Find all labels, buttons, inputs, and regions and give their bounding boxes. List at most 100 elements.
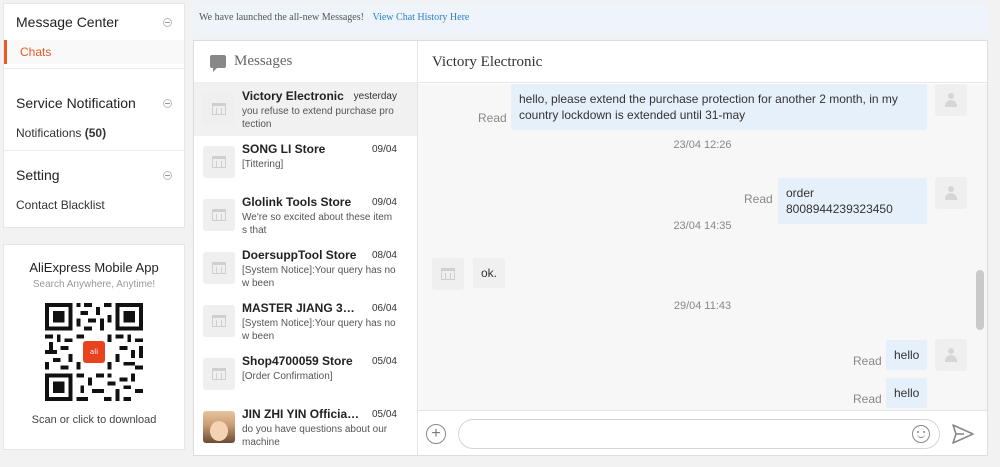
sidebar: Message Center Chats Service Notificatio… xyxy=(3,3,185,228)
sidebar-item-label: Notifications xyxy=(16,126,82,140)
message-composer: + xyxy=(418,410,987,455)
collapse-icon[interactable] xyxy=(163,17,172,27)
conversation-name: Glolink Tools Store xyxy=(242,195,352,209)
sidebar-item-chats[interactable]: Chats xyxy=(4,40,184,64)
conversation-item[interactable]: Shop4700059 Store 05/04 [Order Confirmat… xyxy=(194,348,417,401)
conversation-name: Shop4700059 Store xyxy=(242,354,353,368)
face-icon xyxy=(210,421,228,441)
conversation-list: Messages Victory Electronic yesterday yo… xyxy=(194,41,418,455)
person-icon xyxy=(944,186,958,200)
conversation-name: SONG LI Store xyxy=(242,142,326,156)
store-avatar xyxy=(203,358,235,390)
message-bubble-outgoing: hello, please extend the purchase protec… xyxy=(511,84,927,130)
conversation-name: DoersuppTool Store xyxy=(242,248,357,262)
section-setting: Setting Contact Blacklist xyxy=(4,151,184,217)
conversation-preview: [Tittering] xyxy=(242,159,284,170)
message-bubble-incoming: ok. xyxy=(473,258,506,288)
person-icon xyxy=(944,348,958,362)
chat-bubble-icon xyxy=(210,55,226,72)
conversation-preview: We're so excited about these items that xyxy=(242,212,393,236)
sidebar-item-notifications[interactable]: Notifications (50) xyxy=(4,121,184,145)
user-avatar xyxy=(935,177,967,209)
store-avatar xyxy=(203,252,235,284)
conversation-title: Victory Electronic xyxy=(418,41,987,83)
store-icon xyxy=(212,368,226,380)
aliexpress-logo-icon: ali xyxy=(83,341,105,363)
section-header[interactable]: Message Center xyxy=(4,4,184,40)
conversation-item[interactable]: JIN ZHI YIN Official ... 05/04 do you ha… xyxy=(194,401,417,454)
store-avatar xyxy=(203,146,235,178)
conversation-date: 08/04 xyxy=(371,250,397,261)
conversation-item[interactable]: DoersuppTool Store 08/04 [System Notice]… xyxy=(194,242,417,295)
messages-header: Messages xyxy=(194,41,417,83)
conversation-date: 05/04 xyxy=(371,409,397,420)
conversation-item[interactable]: SONG LI Store 09/04 [Tittering] xyxy=(194,136,417,189)
add-attachment-button[interactable]: + xyxy=(426,424,446,444)
section-message-center: Message Center Chats xyxy=(4,4,184,69)
sidebar-item-contact-blacklist[interactable]: Contact Blacklist xyxy=(4,193,184,217)
store-icon xyxy=(441,268,455,280)
message-timestamp: 23/04 12:26 xyxy=(673,139,732,151)
message-thread[interactable]: Read hello, please extend the purchase p… xyxy=(418,84,987,410)
scrollbar[interactable] xyxy=(976,84,985,410)
conversation-date: 09/04 xyxy=(371,197,397,208)
read-status: Read xyxy=(853,354,882,368)
read-status: Read xyxy=(853,392,882,406)
conversation-preview: [Order Confirmation] xyxy=(242,371,333,382)
person-icon xyxy=(944,93,958,107)
store-avatar xyxy=(203,199,235,231)
store-icon xyxy=(212,315,226,327)
store-icon xyxy=(212,262,226,274)
app-promo-title: AliExpress Mobile App xyxy=(29,260,159,275)
read-status: Read xyxy=(744,192,773,206)
conversation-item[interactable]: Glolink Tools Store 09/04 We're so excit… xyxy=(194,189,417,242)
section-title: Message Center xyxy=(16,14,119,30)
section-title: Service Notification xyxy=(16,95,136,111)
qr-code[interactable]: ali xyxy=(45,303,143,401)
app-promo-panel: AliExpress Mobile App Search Anywhere, A… xyxy=(3,244,185,450)
conversation-pane: Victory Electronic Read hello, please ex… xyxy=(418,41,987,455)
announcement-banner: We have launched the all-new Messages! V… xyxy=(193,3,988,35)
send-icon[interactable] xyxy=(952,424,974,444)
banner-text: We have launched the all-new Messages! xyxy=(199,12,364,23)
conversation-name: JIN ZHI YIN Official ... xyxy=(242,407,360,421)
message-input[interactable] xyxy=(458,419,940,449)
conversation-preview: [System Notice]:Your query has now been xyxy=(242,265,396,289)
user-photo-avatar xyxy=(203,411,235,443)
store-avatar xyxy=(432,258,464,290)
conversation-name: Victory Electronic xyxy=(242,89,344,103)
collapse-icon[interactable] xyxy=(163,98,172,108)
conversation-date: 09/04 xyxy=(371,144,397,155)
user-avatar xyxy=(935,84,967,116)
emoji-icon[interactable] xyxy=(912,425,930,443)
conversation-item[interactable]: Victory Electronic yesterday you refuse … xyxy=(194,83,417,136)
read-status: Read xyxy=(478,111,507,125)
message-bubble-outgoing: order 8008944239323450 xyxy=(778,178,927,224)
store-icon xyxy=(212,156,226,168)
section-title: Setting xyxy=(16,167,60,183)
messages-title: Messages xyxy=(234,53,293,69)
notification-count-badge: (50) xyxy=(84,126,107,140)
download-label[interactable]: Scan or click to download xyxy=(4,414,184,426)
section-header[interactable]: Setting xyxy=(4,157,184,193)
conversation-date: 06/04 xyxy=(371,303,397,314)
conversation-preview: you refuse to extend purchase protection xyxy=(242,106,394,130)
conversation-item[interactable]: MASTER JIANG 3S... 06/04 [System Notice]… xyxy=(194,295,417,348)
collapse-icon[interactable] xyxy=(163,170,172,180)
scrollbar-thumb[interactable] xyxy=(976,270,984,330)
message-timestamp: 23/04 14:35 xyxy=(673,220,732,232)
conversation-name: MASTER JIANG 3S... xyxy=(242,301,360,315)
conversation-preview: [System Notice]:Your query has now been xyxy=(242,318,396,342)
store-avatar xyxy=(203,93,235,125)
view-chat-history-link[interactable]: View Chat History Here xyxy=(372,12,469,23)
chat-window: Messages Victory Electronic yesterday yo… xyxy=(193,40,988,456)
section-service-notification: Service Notification Notifications (50) xyxy=(4,69,184,151)
message-bubble-outgoing: hello xyxy=(886,340,928,370)
store-avatar xyxy=(203,305,235,337)
section-header[interactable]: Service Notification xyxy=(4,85,184,121)
app-promo-subtitle: Search Anywhere, Anytime! xyxy=(32,279,156,290)
user-avatar xyxy=(935,339,967,371)
message-timestamp: 29/04 11:43 xyxy=(673,300,732,312)
conversation-date: yesterday xyxy=(353,91,397,102)
conversation-date: 05/04 xyxy=(371,356,397,367)
